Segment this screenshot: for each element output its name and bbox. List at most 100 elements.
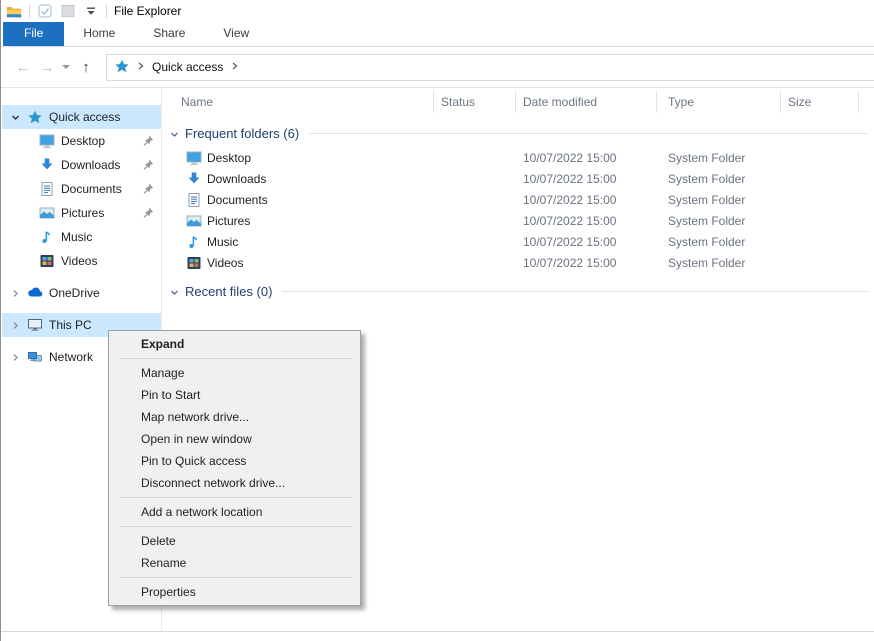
file-date-modified: 10/07/2022 15:00 bbox=[523, 256, 616, 270]
tab-share[interactable]: Share bbox=[134, 22, 204, 46]
downloads-icon bbox=[39, 157, 55, 173]
tab-view[interactable]: View bbox=[204, 22, 268, 46]
file-row-pictures[interactable]: Pictures 10/07/2022 15:00 System Folder bbox=[162, 211, 874, 232]
file-date-modified: 10/07/2022 15:00 bbox=[523, 193, 616, 207]
menu-item-expand[interactable]: Expand bbox=[109, 333, 360, 355]
file-name: Videos bbox=[207, 256, 243, 270]
file-type: System Folder bbox=[668, 151, 745, 165]
quick-access-star-icon bbox=[115, 59, 129, 76]
pin-icon bbox=[142, 159, 154, 171]
window-title: File Explorer bbox=[114, 4, 181, 18]
chevron-down-icon[interactable] bbox=[169, 128, 180, 139]
desktop-icon bbox=[186, 150, 202, 166]
sidebar-item-quick-access[interactable]: Quick access bbox=[2, 105, 161, 129]
title-bar: File Explorer bbox=[1, 0, 874, 22]
sidebar-item-onedrive[interactable]: OneDrive bbox=[2, 281, 161, 305]
file-date-modified: 10/07/2022 15:00 bbox=[523, 151, 616, 165]
group-header-label: Recent files (0) bbox=[185, 284, 272, 299]
column-header-size[interactable]: Size bbox=[788, 95, 811, 109]
group-header-frequent-folders[interactable]: Frequent folders (6) bbox=[169, 122, 868, 144]
sidebar-item-label: OneDrive bbox=[49, 286, 100, 300]
file-row-downloads[interactable]: Downloads 10/07/2022 15:00 System Folder bbox=[162, 169, 874, 190]
menu-item-open-in-new-window[interactable]: Open in new window bbox=[109, 428, 360, 450]
videos-icon bbox=[39, 253, 55, 269]
tab-file[interactable]: File bbox=[3, 22, 64, 46]
column-header-date-modified[interactable]: Date modified bbox=[523, 95, 597, 109]
network-icon bbox=[27, 349, 43, 365]
column-separator[interactable] bbox=[858, 91, 859, 113]
file-name: Downloads bbox=[207, 172, 266, 186]
column-header-type[interactable]: Type bbox=[668, 95, 694, 109]
column-separator[interactable] bbox=[780, 91, 781, 113]
menu-item-disconnect-network-drive[interactable]: Disconnect network drive... bbox=[109, 472, 360, 494]
file-row-videos[interactable]: Videos 10/07/2022 15:00 System Folder bbox=[162, 253, 874, 274]
ribbon-tab-bar: File Home Share View bbox=[1, 22, 874, 47]
menu-separator bbox=[120, 577, 353, 578]
file-date-modified: 10/07/2022 15:00 bbox=[523, 214, 616, 228]
nav-history-caret-icon[interactable] bbox=[59, 65, 73, 69]
chevron-right-icon[interactable] bbox=[10, 352, 21, 363]
file-explorer-window: File Explorer File Home Share View ← → ↑… bbox=[0, 0, 874, 641]
qat-customize-caret-icon[interactable] bbox=[83, 3, 99, 19]
qat-new-folder-icon[interactable] bbox=[60, 3, 76, 19]
column-header-status[interactable]: Status bbox=[441, 95, 475, 109]
this-pc-icon bbox=[27, 317, 43, 333]
file-type: System Folder bbox=[668, 172, 745, 186]
file-row-documents[interactable]: Documents 10/07/2022 15:00 System Folder bbox=[162, 190, 874, 211]
column-separator[interactable] bbox=[433, 91, 434, 113]
sidebar-item-desktop[interactable]: Desktop bbox=[2, 129, 161, 153]
onedrive-cloud-icon bbox=[27, 285, 43, 301]
chevron-down-icon[interactable] bbox=[10, 112, 21, 123]
menu-item-manage[interactable]: Manage bbox=[109, 362, 360, 384]
file-type: System Folder bbox=[668, 214, 745, 228]
file-row-desktop[interactable]: Desktop 10/07/2022 15:00 System Folder bbox=[162, 148, 874, 169]
file-name: Documents bbox=[207, 193, 268, 207]
menu-item-pin-to-start[interactable]: Pin to Start bbox=[109, 384, 360, 406]
sidebar-item-videos[interactable]: Videos bbox=[2, 249, 161, 273]
chevron-right-icon[interactable] bbox=[10, 288, 21, 299]
sidebar-item-pictures[interactable]: Pictures bbox=[2, 201, 161, 225]
sidebar-item-music[interactable]: Music bbox=[2, 225, 161, 249]
breadcrumb[interactable]: Quick access bbox=[152, 60, 223, 74]
breadcrumb-chevron-icon[interactable] bbox=[230, 60, 239, 74]
column-separator[interactable] bbox=[515, 91, 516, 113]
videos-icon bbox=[186, 255, 202, 271]
menu-item-pin-to-quick-access[interactable]: Pin to Quick access bbox=[109, 450, 360, 472]
sidebar-item-label: Network bbox=[49, 350, 93, 364]
up-icon[interactable]: ↑ bbox=[73, 60, 99, 75]
column-header-row: Name Status Date modified Type Size bbox=[162, 88, 874, 116]
sidebar-item-label: Documents bbox=[61, 182, 122, 196]
back-icon[interactable]: ← bbox=[11, 60, 35, 75]
file-row-music[interactable]: Music 10/07/2022 15:00 System Folder bbox=[162, 232, 874, 253]
chevron-down-icon[interactable] bbox=[169, 286, 180, 297]
qat-properties-icon[interactable] bbox=[37, 3, 53, 19]
group-header-label: Frequent folders (6) bbox=[185, 126, 299, 141]
menu-item-delete[interactable]: Delete bbox=[109, 530, 360, 552]
quick-access-star-icon bbox=[27, 109, 43, 125]
pin-icon bbox=[142, 183, 154, 195]
menu-item-map-network-drive[interactable]: Map network drive... bbox=[109, 406, 360, 428]
file-date-modified: 10/07/2022 15:00 bbox=[523, 172, 616, 186]
sidebar-item-label: Downloads bbox=[61, 158, 120, 172]
tab-home[interactable]: Home bbox=[64, 22, 134, 46]
group-header-recent-files[interactable]: Recent files (0) bbox=[169, 280, 868, 302]
address-bar[interactable]: Quick access bbox=[106, 54, 874, 81]
column-header-name[interactable]: Name bbox=[181, 95, 213, 109]
menu-item-add-network-location[interactable]: Add a network location bbox=[109, 501, 360, 523]
menu-item-rename[interactable]: Rename bbox=[109, 552, 360, 574]
music-icon bbox=[186, 234, 202, 250]
forward-icon[interactable]: → bbox=[35, 60, 59, 75]
column-separator[interactable] bbox=[656, 91, 657, 113]
file-type: System Folder bbox=[668, 256, 745, 270]
downloads-icon bbox=[186, 171, 202, 187]
sidebar-item-downloads[interactable]: Downloads bbox=[2, 153, 161, 177]
sidebar-item-documents[interactable]: Documents bbox=[2, 177, 161, 201]
pictures-icon bbox=[39, 205, 55, 221]
chevron-right-icon[interactable] bbox=[10, 320, 21, 331]
pictures-icon bbox=[186, 213, 202, 229]
sidebar-item-label: Pictures bbox=[61, 206, 104, 220]
sidebar-item-label: This PC bbox=[49, 318, 92, 332]
file-type: System Folder bbox=[668, 193, 745, 207]
menu-separator bbox=[120, 497, 353, 498]
menu-item-properties[interactable]: Properties bbox=[109, 581, 360, 603]
